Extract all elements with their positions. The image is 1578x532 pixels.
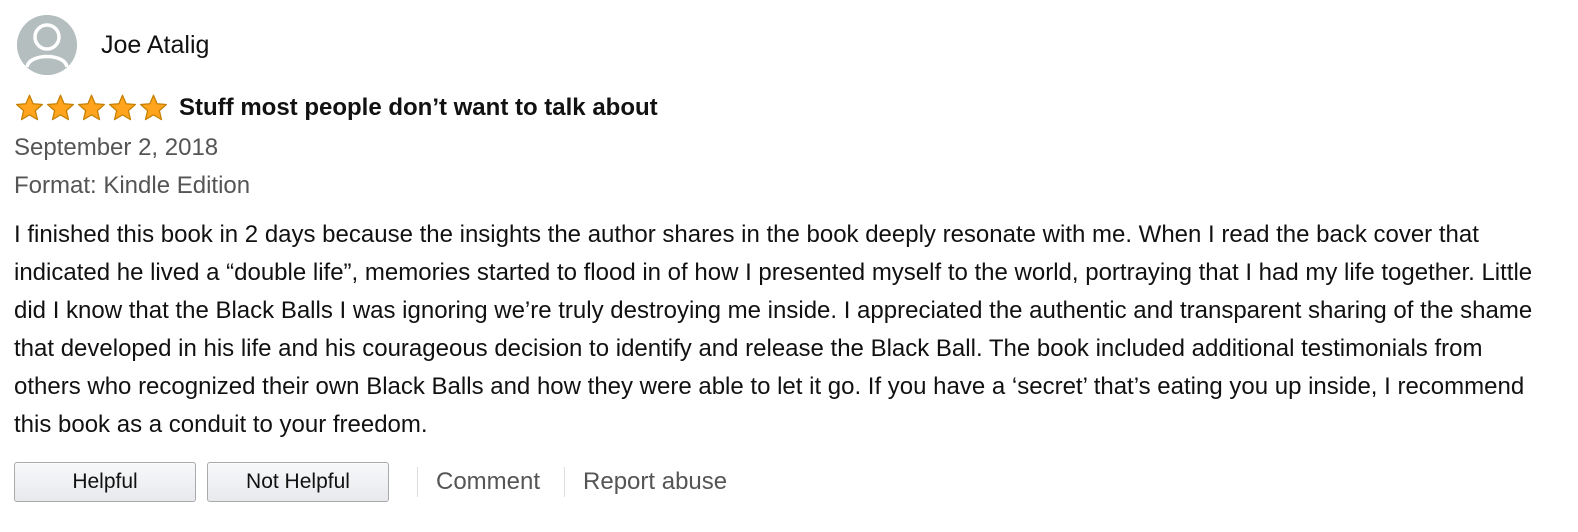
not-helpful-button[interactable]: Not Helpful — [207, 462, 389, 502]
comment-link[interactable]: Comment — [436, 468, 540, 496]
review-actions: Helpful Not Helpful Comment Report abuse — [14, 460, 1564, 504]
review-body: I finished this book in 2 days because t… — [14, 221, 1533, 438]
reviewer-profile[interactable]: Joe Atalig — [14, 14, 1564, 76]
review-format[interactable]: Format: Kindle Edition — [14, 170, 1564, 202]
star-icon — [138, 93, 169, 123]
review-title[interactable]: Stuff most people don’t want to talk abo… — [179, 94, 658, 122]
avatar[interactable] — [17, 15, 77, 75]
review-title-row: Stuff most people don’t want to talk abo… — [14, 92, 1564, 124]
divider — [417, 467, 418, 497]
divider — [564, 467, 566, 497]
star-icon — [107, 93, 138, 123]
report-abuse-link[interactable]: Report abuse — [583, 468, 727, 496]
helpful-button[interactable]: Helpful — [14, 462, 196, 502]
reviewer-name[interactable]: Joe Atalig — [101, 31, 209, 60]
user-silhouette-icon — [17, 15, 77, 75]
star-icon — [45, 93, 76, 123]
star-rating[interactable] — [14, 93, 169, 123]
customer-review: Joe Atalig Stuff most people don’t want … — [14, 14, 1564, 504]
star-icon — [76, 93, 107, 123]
review-date: September 2, 2018 — [14, 134, 219, 161]
star-icon — [14, 93, 45, 123]
